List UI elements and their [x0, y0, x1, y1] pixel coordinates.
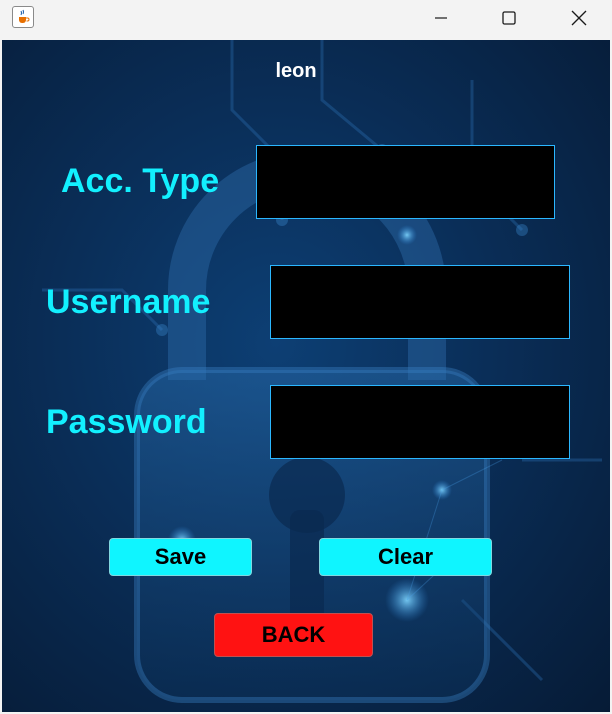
close-icon — [571, 10, 587, 26]
password-label: Password — [46, 403, 207, 441]
minimize-button[interactable] — [406, 0, 476, 36]
clear-button[interactable]: Clear — [319, 538, 492, 576]
password-field[interactable] — [270, 385, 570, 459]
maximize-button[interactable] — [474, 0, 544, 36]
maximize-icon — [502, 11, 516, 25]
acc-type-label: Acc. Type — [61, 162, 220, 200]
java-coffee-icon — [12, 6, 34, 28]
padlock-background-image — [42, 40, 602, 703]
save-button[interactable]: Save — [109, 538, 252, 576]
back-button[interactable]: BACK — [214, 613, 373, 657]
title-bar[interactable] — [0, 0, 612, 40]
minimize-icon — [435, 17, 447, 19]
acc-type-field[interactable] — [256, 145, 555, 219]
username-label: Username — [46, 283, 211, 321]
app-window: leon Acc. Type Username Password Save Cl… — [0, 0, 612, 714]
close-button[interactable] — [544, 0, 612, 36]
username-field[interactable] — [270, 265, 570, 339]
login-panel: leon Acc. Type Username Password Save Cl… — [2, 40, 610, 712]
logged-user-name: leon — [275, 60, 317, 82]
